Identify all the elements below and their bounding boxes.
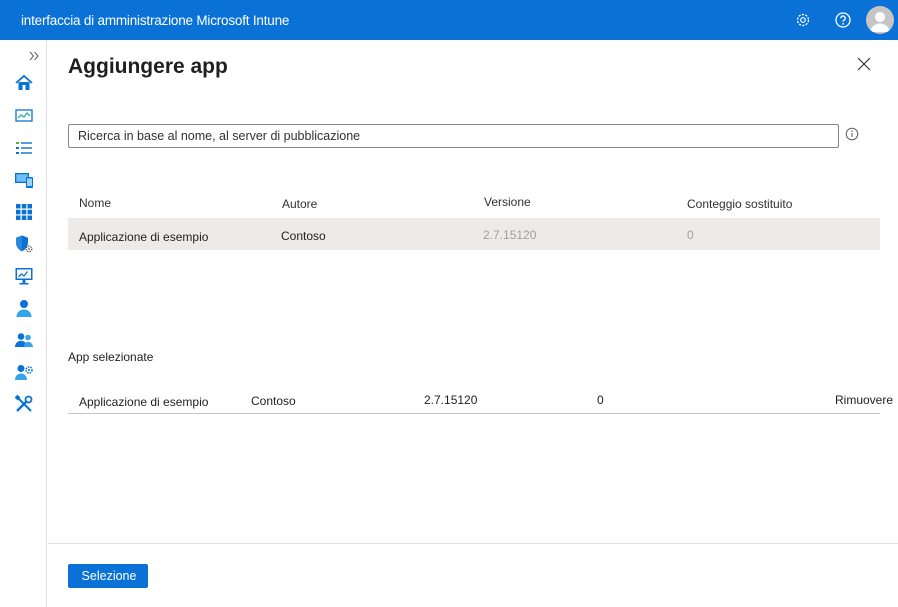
avatar[interactable] — [866, 6, 894, 34]
endpoint-security-icon[interactable] — [14, 234, 34, 254]
select-button[interactable]: Selezione — [68, 564, 148, 588]
search-input[interactable] — [68, 124, 839, 148]
all-services-icon[interactable] — [14, 138, 34, 158]
footer-divider — [48, 543, 898, 544]
app-name-cell: Applicazione di esempio — [79, 230, 209, 244]
column-header-version[interactable]: Versione — [484, 195, 531, 209]
panel-title: Aggiungere app — [68, 55, 228, 78]
author-cell: Contoso — [281, 229, 326, 243]
selected-app-name: Applicazione di esempio — [79, 395, 209, 409]
info-icon[interactable] — [845, 127, 859, 141]
groups-icon[interactable] — [14, 330, 34, 350]
selected-app-version: 2.7.15120 — [424, 393, 478, 407]
help-icon[interactable] — [833, 10, 853, 30]
gear-icon[interactable] — [793, 10, 813, 30]
home-icon[interactable] — [14, 73, 34, 93]
tenant-admin-icon[interactable] — [14, 362, 34, 382]
add-app-panel: Aggiungere app Nome Autore Versione Cont… — [48, 40, 898, 607]
reports-icon[interactable] — [14, 266, 34, 286]
top-bar: interfaccia di amministrazione Microsoft… — [0, 0, 898, 40]
expand-icon[interactable] — [29, 48, 39, 61]
selected-app-author: Contoso — [251, 394, 296, 408]
remove-link[interactable]: Rimuovere — [835, 393, 893, 407]
close-icon[interactable] — [856, 56, 872, 72]
troubleshooting-icon[interactable] — [14, 394, 34, 414]
column-header-name[interactable]: Nome — [79, 196, 111, 210]
column-header-superseded-count[interactable]: Conteggio sostituito — [687, 197, 792, 211]
count-cell: 0 — [687, 228, 694, 242]
left-nav — [0, 40, 47, 607]
apps-icon[interactable] — [14, 202, 34, 222]
dashboard-icon[interactable] — [14, 106, 34, 126]
devices-icon[interactable] — [14, 170, 34, 190]
selected-app-row: Applicazione di esempio Contoso 2.7.1512… — [68, 386, 893, 414]
users-icon[interactable] — [14, 298, 34, 318]
selected-apps-label: App selezionate — [68, 350, 154, 364]
version-cell: 2.7.15120 — [483, 228, 537, 242]
table-row[interactable]: Applicazione di esempio Contoso 2.7.1512… — [68, 218, 880, 250]
app-title: interfaccia di amministrazione Microsoft… — [21, 13, 290, 28]
selected-app-count: 0 — [597, 393, 604, 407]
column-header-author[interactable]: Autore — [282, 197, 317, 211]
